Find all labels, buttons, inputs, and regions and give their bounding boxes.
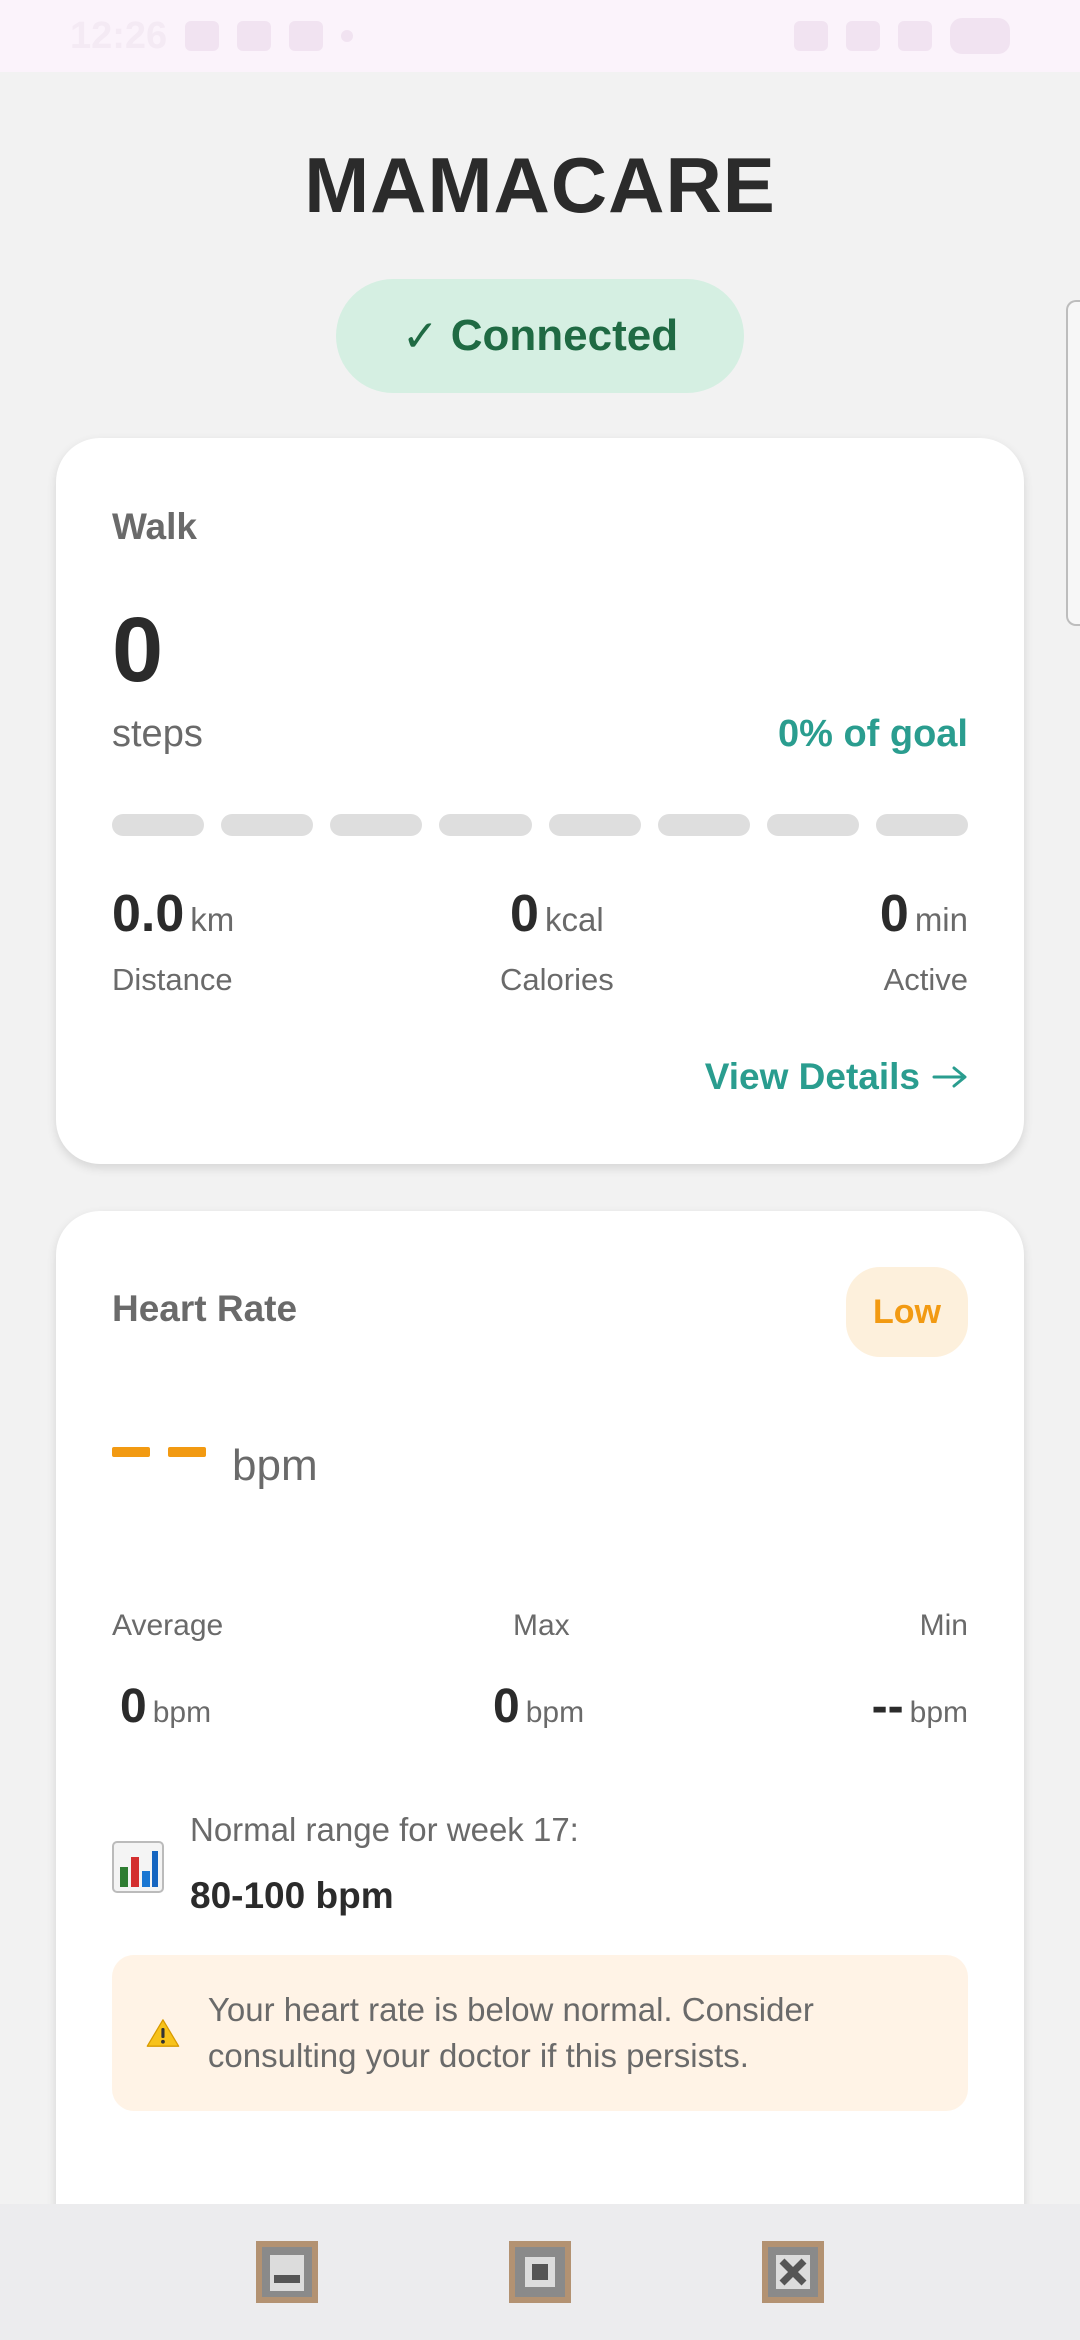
nav-home-icon[interactable] xyxy=(505,2237,575,2307)
status-left: 12:26 xyxy=(70,14,354,58)
progress-segment xyxy=(112,814,205,836)
heart-rate-warning: Your heart rate is below normal. Conside… xyxy=(112,1955,968,2111)
distance-unit: km xyxy=(190,901,235,938)
normal-range-value: 80-100 bpm xyxy=(190,1875,394,1916)
steps-count: 0 xyxy=(112,599,164,701)
connection-status-badge[interactable]: ✓ Connected xyxy=(336,279,744,393)
distance-value: 0.0 xyxy=(112,885,185,943)
view-details-link[interactable]: View Details xyxy=(705,1056,968,1098)
heart-rate-card[interactable]: Heart Rate Low bpm Average Max Min 0 bpm… xyxy=(56,1211,1024,2211)
side-panel-handle[interactable] xyxy=(1066,300,1080,626)
dot-icon xyxy=(341,30,354,42)
lte-icon xyxy=(794,21,828,51)
heart-rate-status-badge: Low xyxy=(846,1267,968,1357)
distance-metric: 0.0 km Distance xyxy=(112,884,234,998)
nav-recent-icon[interactable] xyxy=(252,2237,322,2307)
battery-icon xyxy=(950,18,1010,54)
steps-unit: steps xyxy=(112,713,203,755)
max-unit: bpm xyxy=(525,1696,585,1729)
clock: 12:26 xyxy=(70,14,168,57)
active-label: Active xyxy=(883,962,968,997)
connection-label: Connected xyxy=(450,311,679,360)
steps-progress-bar xyxy=(112,814,968,836)
average-label: Average xyxy=(112,1609,224,1642)
calories-label: Calories xyxy=(500,962,614,997)
average-value: 0 bpm xyxy=(120,1679,211,1734)
distance-label: Distance xyxy=(112,962,233,997)
arrow-right-icon xyxy=(932,1066,967,1088)
average-number: 0 xyxy=(120,1680,147,1733)
progress-segment xyxy=(657,814,750,836)
check-icon: ✓ xyxy=(401,311,439,361)
min-unit: bpm xyxy=(909,1696,968,1729)
signal-icon xyxy=(898,21,932,51)
progress-segment xyxy=(875,814,968,836)
min-label: Min xyxy=(919,1609,968,1642)
mail-icon xyxy=(289,21,324,51)
status-bar: 12:26 xyxy=(0,0,1080,72)
active-value: 0 xyxy=(879,885,909,943)
active-unit: min xyxy=(914,901,968,938)
warning-icon xyxy=(146,2019,180,2047)
progress-segment xyxy=(766,814,859,836)
walk-card[interactable]: Walk 0 steps 0% of goal 0.0 km Distance 0… xyxy=(56,438,1024,1164)
average-unit: bpm xyxy=(152,1696,212,1729)
progress-segment xyxy=(439,814,532,836)
nav-back-icon[interactable] xyxy=(758,2237,828,2307)
chat-icon xyxy=(237,21,272,51)
navigation-bar xyxy=(0,2204,1080,2340)
mute-icon xyxy=(846,21,880,51)
walk-card-title: Walk xyxy=(112,506,197,547)
normal-range-info: Normal range for week 17: 80-100 bpm xyxy=(112,1801,968,1921)
progress-segment xyxy=(330,814,423,836)
max-number: 0 xyxy=(493,1680,520,1733)
view-details-label: View Details xyxy=(704,1056,920,1097)
sim-icon xyxy=(185,21,220,51)
max-value: 0 bpm xyxy=(493,1679,584,1734)
app-title: MAMACARE xyxy=(304,141,776,229)
warning-message: Your heart rate is below normal. Conside… xyxy=(207,1991,814,2074)
progress-segment xyxy=(221,814,314,836)
app-screen: 12:26 MAMACARE ✓ Connected Walk 0 steps … xyxy=(0,0,1080,2340)
bar-chart-icon xyxy=(112,1841,164,1893)
heart-rate-title: Heart Rate xyxy=(112,1288,298,1329)
goal-progress-text: 0% of goal xyxy=(777,713,968,755)
active-metric: 0 min Active xyxy=(880,884,968,998)
max-label: Max xyxy=(513,1609,570,1642)
calories-value: 0 xyxy=(510,885,539,943)
current-bpm-unit: bpm xyxy=(232,1441,318,1490)
calories-unit: kcal xyxy=(544,901,604,938)
status-right xyxy=(794,18,1010,54)
calories-metric: 0 kcal Calories xyxy=(500,884,614,998)
bpm-placeholder-dashes xyxy=(112,1447,206,1491)
progress-segment xyxy=(548,814,641,836)
current-bpm: bpm xyxy=(112,1441,318,1491)
min-number: -- xyxy=(871,1680,904,1733)
normal-range-caption: Normal range for week 17: xyxy=(190,1811,579,1848)
min-value: -- bpm xyxy=(872,1679,968,1734)
